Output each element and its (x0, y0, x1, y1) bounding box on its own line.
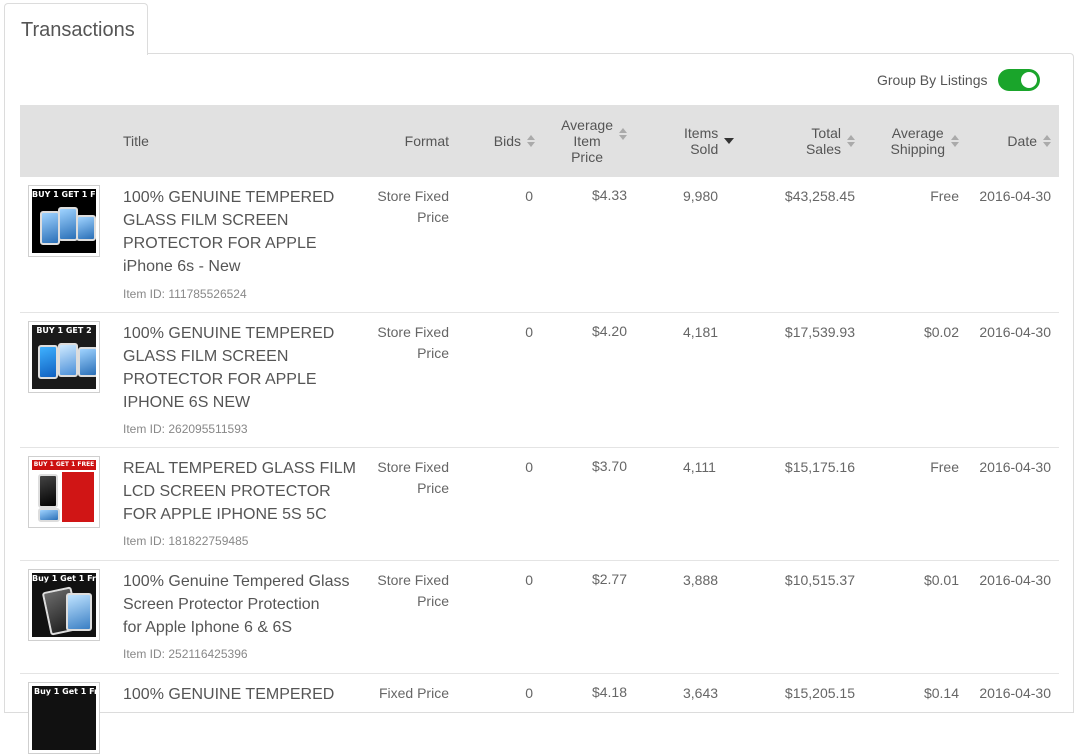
sort-icon (847, 135, 855, 147)
date-cell: 2016-04-30 (979, 459, 1051, 475)
avg-price-cell: $4.33 (591, 187, 627, 203)
product-thumbnail[interactable]: BUY 1 GET 1 FREE (28, 456, 100, 528)
thumbnail-banner-text: Buy 1 Get 1 Free (32, 574, 96, 583)
listing-title[interactable]: 100% GENUINE TEMPERED GLASS FILM SCREEN … (123, 322, 353, 414)
table-row[interactable]: Buy 1 Get 1 Free 100% Genuine Tempered G… (20, 561, 1059, 674)
bids-cell: 0 (525, 572, 533, 588)
date-cell: 2016-04-30 (979, 685, 1051, 701)
product-thumbnail[interactable]: Buy 1 Get 1 Free (28, 682, 100, 754)
total-sales-cell: $15,175.16 (784, 459, 855, 475)
date-cell: 2016-04-30 (979, 572, 1051, 588)
column-date[interactable]: Date (1007, 133, 1051, 149)
avg-shipping-cell: $0.14 (923, 685, 959, 701)
listing-title[interactable]: REAL TEMPERED GLASS FILM LCD SCREEN PROT… (123, 457, 363, 526)
avg-price-cell: $4.18 (591, 684, 627, 700)
avg-price-cell: $4.20 (591, 323, 627, 339)
group-by-listings-control: Group By Listings (877, 69, 1040, 91)
format-cell: Store Fixed Price (377, 324, 449, 361)
format-cell: Store Fixed Price (377, 459, 449, 496)
items-sold-cell: 9,980 (683, 188, 719, 204)
column-total-sales[interactable]: Total Sales (806, 125, 855, 157)
table-header: Title Format Bids Average Item Price Ite… (20, 105, 1059, 177)
sort-icon (619, 128, 627, 140)
items-sold-cell: 3,643 (683, 685, 719, 701)
product-thumbnail[interactable]: BUY 1 GET 1 FREE (28, 185, 100, 257)
tab-transactions[interactable]: Transactions (4, 3, 148, 55)
thumbnail-banner-text: BUY 1 GET 1 FREE (32, 460, 96, 470)
toggle-knob (1020, 72, 1037, 88)
thumbnail-banner-text: BUY 1 GET 1 FREE (32, 190, 96, 199)
item-id: Item ID: 262095511593 (123, 422, 248, 436)
total-sales-cell: $43,258.45 (784, 188, 855, 204)
bids-cell: 0 (525, 459, 533, 475)
listing-title[interactable]: 100% Genuine Tempered Glass Screen Prote… (123, 570, 363, 639)
product-thumbnail[interactable]: Buy 1 Get 1 Free (28, 569, 100, 641)
avg-shipping-cell: Free (930, 459, 959, 475)
date-cell: 2016-04-30 (979, 324, 1051, 340)
listing-title[interactable]: 100% GENUINE TEMPERED GLASS FILM SCREEN … (123, 186, 353, 278)
items-sold-cell: 3,888 (683, 572, 719, 588)
sort-desc-icon (724, 138, 735, 144)
column-average-shipping[interactable]: Average Shipping (891, 125, 959, 157)
sort-icon (1043, 135, 1051, 147)
table-row[interactable]: BUY 1 GET 1 FREE 100% GENUINE TEMPERED G… (20, 177, 1059, 313)
total-sales-cell: $15,205.15 (784, 685, 855, 701)
bids-cell: 0 (525, 188, 533, 204)
avg-price-cell: $3.70 (591, 458, 627, 474)
total-sales-cell: $17,539.93 (784, 324, 855, 340)
avg-shipping-cell: $0.01 (923, 572, 959, 588)
listing-title[interactable]: 100% GENUINE TEMPERED (123, 683, 353, 706)
bids-cell: 0 (525, 324, 533, 340)
table-row[interactable]: BUY 1 GET 2 100% GENUINE TEMPERED GLASS … (20, 313, 1059, 448)
item-id: Item ID: 252116425396 (123, 647, 248, 661)
format-cell: Fixed Price (378, 685, 449, 701)
table-row[interactable]: BUY 1 GET 1 FREE REAL TEMPERED GLASS FIL… (20, 448, 1059, 561)
product-thumbnail[interactable]: BUY 1 GET 2 (28, 321, 100, 393)
bids-cell: 0 (525, 685, 533, 701)
total-sales-cell: $10,515.37 (784, 572, 855, 588)
table-row[interactable]: Buy 1 Get 1 Free 100% GENUINE TEMPERED F… (20, 674, 1059, 754)
tab-label: Transactions (21, 19, 135, 41)
item-id: Item ID: 111785526524 (123, 287, 247, 301)
items-sold-cell: 4,111 (683, 459, 716, 475)
column-title: Title (123, 133, 149, 149)
column-average-item-price[interactable]: Average Item Price (561, 117, 627, 165)
thumbnail-banner-text: BUY 1 GET 2 (36, 326, 92, 335)
format-cell: Store Fixed Price (377, 572, 449, 609)
avg-price-cell: $2.77 (591, 571, 627, 587)
items-sold-cell: 4,181 (683, 324, 719, 340)
sort-icon (951, 135, 959, 147)
thumbnail-banner-text: Buy 1 Get 1 Free (34, 687, 96, 696)
column-bids[interactable]: Bids (494, 133, 535, 149)
transactions-table-body: BUY 1 GET 1 FREE 100% GENUINE TEMPERED G… (20, 177, 1059, 754)
format-cell: Store Fixed Price (377, 188, 449, 225)
item-id: Item ID: 181822759485 (123, 534, 249, 548)
column-items-sold[interactable]: Items Sold (684, 125, 735, 157)
date-cell: 2016-04-30 (979, 188, 1051, 204)
avg-shipping-cell: $0.02 (923, 324, 959, 340)
group-by-listings-toggle[interactable] (997, 69, 1040, 91)
column-format: Format (404, 133, 449, 149)
sort-icon (527, 135, 535, 147)
group-by-listings-label: Group By Listings (877, 72, 988, 88)
avg-shipping-cell: Free (930, 188, 959, 204)
